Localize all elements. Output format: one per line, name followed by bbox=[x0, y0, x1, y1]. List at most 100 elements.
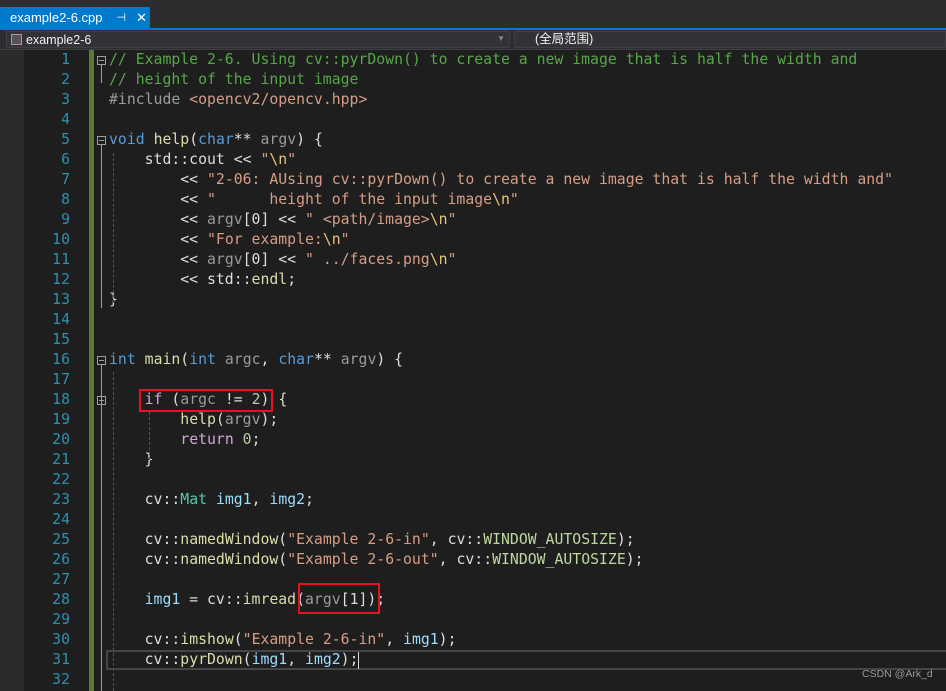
code-token: ); bbox=[625, 551, 644, 568]
code-token: \n bbox=[429, 211, 448, 228]
code-token: << bbox=[109, 231, 207, 248]
code-token: help bbox=[153, 131, 190, 148]
code-token: img2 bbox=[269, 491, 306, 508]
highlight-box-imread-arg bbox=[298, 583, 380, 614]
code-token: argv bbox=[260, 131, 297, 148]
code-token: #include bbox=[109, 91, 190, 108]
line-number: 17 bbox=[52, 371, 70, 388]
current-line-highlight bbox=[106, 650, 946, 670]
project-label: example2-6 bbox=[26, 32, 92, 47]
code-line[interactable]: cv::imshow("Example 2-6-in", img1); bbox=[109, 630, 457, 650]
code-token: "Example 2-6-in" bbox=[242, 631, 386, 648]
code-token: int bbox=[189, 351, 216, 368]
code-token: argv bbox=[224, 411, 261, 428]
code-token: \n bbox=[492, 191, 510, 208]
line-number: 4 bbox=[61, 111, 70, 128]
code-token: img1 bbox=[144, 591, 181, 608]
code-token: " <path/image> bbox=[305, 211, 430, 228]
code-token: ; bbox=[305, 491, 314, 508]
line-number: 30 bbox=[52, 631, 70, 648]
code-token: argv bbox=[207, 251, 243, 268]
code-line[interactable]: cv::Mat img1, img2; bbox=[109, 490, 314, 510]
code-token: " bbox=[447, 251, 457, 268]
code-token: <opencv2/opencv.hpp> bbox=[189, 91, 368, 108]
code-token: "2-06: AUsing cv::pyrDown() to create a … bbox=[207, 171, 893, 188]
code-token: \n bbox=[322, 231, 341, 248]
change-tracking-bar bbox=[89, 50, 94, 691]
code-token: [0] << bbox=[242, 251, 305, 268]
code-line[interactable]: #include <opencv2/opencv.hpp> bbox=[109, 90, 367, 110]
line-number: 9 bbox=[61, 211, 70, 228]
code-token: " bbox=[340, 231, 350, 248]
code-token: ); bbox=[438, 631, 457, 648]
code-token: main bbox=[144, 351, 181, 368]
tab-bar: example2-6.cpp ⊣ ✕ bbox=[0, 0, 946, 28]
fold-toggle-icon[interactable] bbox=[97, 136, 106, 145]
code-line[interactable]: << std::endl; bbox=[109, 270, 296, 290]
line-number: 26 bbox=[52, 551, 70, 568]
code-token: imshow bbox=[180, 631, 234, 648]
fold-toggle-icon[interactable] bbox=[97, 56, 106, 65]
tab-example2-6-cpp[interactable]: example2-6.cpp ⊣ ✕ bbox=[0, 7, 150, 28]
code-token: imread bbox=[242, 591, 297, 608]
code-token: " height of the input image bbox=[207, 191, 493, 208]
code-line[interactable]: int main(int argc, char** argv) { bbox=[109, 350, 403, 370]
close-icon[interactable]: ✕ bbox=[136, 10, 147, 26]
line-number: 16 bbox=[52, 351, 70, 368]
code-line[interactable]: } bbox=[109, 450, 154, 470]
project-dropdown[interactable]: example2-6 ▼ bbox=[6, 31, 510, 48]
line-number: 31 bbox=[52, 651, 70, 668]
line-number: 3 bbox=[61, 91, 70, 108]
code-token: << bbox=[109, 211, 207, 228]
code-line[interactable]: void help(char** argv) { bbox=[109, 130, 323, 150]
code-token: return bbox=[180, 431, 234, 448]
scope-label: (全局范围) bbox=[535, 32, 594, 46]
pin-icon[interactable]: ⊣ bbox=[117, 11, 127, 24]
code-line[interactable]: cv::namedWindow("Example 2-6-out", cv::W… bbox=[109, 550, 644, 570]
code-line[interactable]: << argv[0] << " <path/image>\n" bbox=[109, 210, 456, 230]
chevron-down-icon[interactable]: ▼ bbox=[497, 34, 505, 43]
line-number: 23 bbox=[52, 491, 70, 508]
code-token: << bbox=[109, 171, 207, 188]
fold-toggle-icon[interactable] bbox=[97, 396, 106, 405]
line-number: 18 bbox=[52, 391, 70, 408]
line-number: 11 bbox=[52, 251, 70, 268]
code-editor[interactable]: 1 // Example 2-6. Using cv::pyrDown() to … bbox=[0, 50, 946, 691]
indent-guide bbox=[149, 412, 150, 460]
code-line[interactable]: // height of the input image bbox=[109, 70, 358, 90]
indent-guide bbox=[113, 153, 114, 303]
code-token: namedWindow bbox=[180, 551, 279, 568]
code-token: ) { bbox=[376, 351, 404, 368]
line-number: 27 bbox=[52, 571, 70, 588]
fold-toggle-icon[interactable] bbox=[97, 356, 106, 365]
code-line[interactable]: cv::namedWindow("Example 2-6-in", cv::WI… bbox=[109, 530, 635, 550]
code-token: ( bbox=[215, 411, 225, 428]
code-line[interactable]: std::cout << "\n" bbox=[109, 150, 297, 170]
code-line[interactable]: help(argv); bbox=[109, 410, 278, 430]
code-line[interactable]: return 0; bbox=[109, 430, 260, 450]
fold-line bbox=[101, 65, 102, 83]
code-token: std::cout << bbox=[109, 151, 261, 168]
line-number: 1 bbox=[61, 51, 70, 68]
code-token: " ../faces.png bbox=[305, 251, 430, 268]
line-number: 32 bbox=[52, 671, 70, 688]
code-token: " bbox=[287, 151, 297, 168]
scope-dropdown[interactable]: (全局范围) bbox=[514, 31, 946, 48]
code-token: WINDOW_AUTOSIZE bbox=[483, 531, 617, 548]
code-token: " bbox=[509, 191, 519, 208]
code-line[interactable]: << "2-06: AUsing cv::pyrDown() to create… bbox=[109, 170, 893, 190]
line-number: 2 bbox=[61, 71, 70, 88]
code-line[interactable]: << "For example:\n" bbox=[109, 230, 350, 250]
highlight-box-if-condition bbox=[139, 389, 273, 412]
code-token: ( bbox=[233, 631, 243, 648]
code-line[interactable]: << " height of the input image\n" bbox=[109, 190, 519, 210]
code-line[interactable]: // Example 2-6. Using cv::pyrDown() to c… bbox=[109, 50, 857, 70]
line-number: 21 bbox=[52, 451, 70, 468]
line-number: 10 bbox=[52, 231, 70, 248]
code-token: , cv:: bbox=[429, 531, 484, 548]
code-line[interactable]: << argv[0] << " ../faces.png\n" bbox=[109, 250, 456, 270]
code-token: \n bbox=[269, 151, 288, 168]
